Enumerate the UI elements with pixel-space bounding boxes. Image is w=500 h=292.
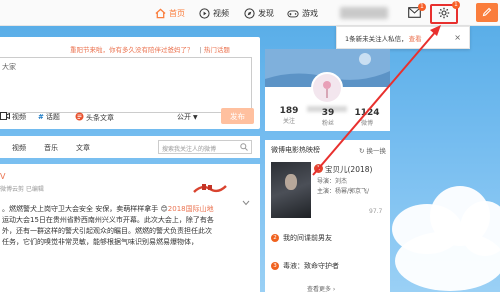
tool-video-label: 视频 — [12, 113, 26, 121]
rec-item[interactable]: 3 毒液：致命守护者 — [271, 261, 339, 271]
movie-director: 导演：刘杰 — [317, 178, 348, 185]
chevron-down-icon: ▼ — [193, 113, 198, 121]
tool-article[interactable]: 头条文章 — [75, 112, 114, 123]
visibility-dropdown[interactable]: 公开 ▼ — [177, 112, 198, 122]
message-badge: 1 — [418, 3, 426, 11]
refresh-icon: ↻ — [358, 147, 365, 155]
visibility-label: 公开 — [177, 113, 191, 121]
video-icon — [198, 7, 210, 19]
settings-badge: 1 — [452, 1, 460, 9]
post-meta: 微博云剪 已编辑 — [0, 186, 44, 193]
nav-video[interactable]: 视频 — [198, 6, 229, 20]
feed-post: V 微博云剪 已编辑 。燃燃警犬上岗守卫大会安全 安保，卖萌样样拿手 😊2018… — [0, 164, 260, 292]
nav-discover[interactable]: 发现 — [243, 6, 274, 20]
tab-music[interactable]: 音乐 — [44, 143, 58, 153]
feed-search-placeholder: 搜索我关注人的微博 — [162, 146, 217, 153]
hint-hot-topic-link[interactable]: 热门话题 — [204, 46, 230, 54]
movie-title[interactable]: 宝贝儿(2018) — [325, 164, 372, 175]
post-line-3: 外，还有一群这样的警犬引起观众的瞩目。燃燃的警犬负责担任此次 — [2, 227, 212, 235]
hashtag-icon: # — [38, 113, 44, 121]
publish-button[interactable]: 发布 — [221, 108, 254, 124]
feed-search-input[interactable]: 搜索我关注人的微博 — [158, 140, 252, 154]
tool-topic[interactable]: # 话题 — [38, 112, 60, 122]
hint-middle: 陪伴 — [148, 46, 161, 54]
rec-rank-badge: 2 — [271, 234, 279, 242]
compose-button[interactable] — [476, 3, 498, 22]
movie-score: 97.7 — [369, 208, 383, 215]
see-more-link[interactable]: 查看更多 › — [307, 284, 335, 292]
article-icon — [75, 112, 84, 123]
notification-close-button[interactable]: × — [454, 33, 461, 42]
post-line-1: 。燃燃警犬上岗守卫大会安全 安保，卖萌样样拿手 — [2, 205, 159, 213]
stat-followers[interactable]: 39 粉丝 — [308, 108, 348, 127]
rank-badge: 1 — [314, 164, 323, 173]
username-blurred[interactable] — [340, 7, 388, 19]
hint-prefix: 重阳节来啦，你有多久没有 — [70, 46, 148, 54]
post-line-4: 任务，它们的嗅觉非常灵敏，能够根据气味识别易燃易爆物体， — [2, 238, 198, 246]
avatar[interactable] — [311, 72, 343, 104]
tab-article[interactable]: 文章 — [76, 143, 90, 153]
tool-topic-label: 话题 — [45, 113, 60, 121]
home-icon — [154, 7, 166, 19]
stat-followers-label: 粉丝 — [321, 120, 334, 127]
nav-discover-label: 发现 — [258, 8, 274, 18]
private-message-notification: 1条新未关注人私信， 查看 × — [336, 26, 470, 49]
tool-video[interactable]: 视频 — [0, 112, 26, 122]
refresh-button[interactable]: ↻ 换一换 — [359, 145, 386, 155]
movie-ranking-widget: 微博电影热映榜 ↻ 换一换 1 宝贝儿(2018) 导演：刘杰 主演：杨幂/郭京… — [265, 140, 390, 292]
post-author[interactable]: V — [0, 172, 5, 181]
stat-posts[interactable]: 1124 微博 — [347, 108, 387, 127]
rec-item[interactable]: 2 我的间谍前男友 — [271, 233, 332, 243]
rec-rank-badge: 3 — [271, 262, 279, 270]
refresh-label: 换一换 — [366, 147, 387, 155]
discover-icon — [243, 7, 255, 19]
stat-followers-num: 39 — [321, 108, 335, 118]
nav-game[interactable]: 游戏 — [287, 6, 318, 20]
gear-icon — [438, 7, 450, 21]
feed-filter-tabs: 视频 音乐 文章 搜索我关注人的微博 — [0, 136, 260, 158]
nav-home[interactable]: 首页 — [154, 6, 185, 20]
poster-figure — [285, 174, 297, 190]
composer-textarea[interactable]: 大家 — [0, 57, 252, 113]
composer-placeholder: 大家 — [2, 63, 16, 71]
post-highlight-link[interactable]: 2018国际山地 — [168, 205, 214, 213]
movie-widget-title: 微博电影热映榜 — [271, 146, 320, 154]
cloud-decoration — [395, 231, 500, 291]
rec-title: 毒液：致命守护者 — [283, 262, 339, 270]
composer-hint: 重阳节来啦，你有多久没有陪伴过爸妈了？ | 热门话题 — [70, 44, 230, 54]
movie-poster[interactable] — [271, 162, 311, 218]
notification-view-link[interactable]: 查看 — [409, 33, 422, 43]
post-line-2: 运动大会15日在贵州省黔西南州兴义市开幕。此次大会上，除了有各 — [2, 216, 214, 224]
game-icon — [287, 7, 299, 19]
nav-home-label: 首页 — [169, 8, 185, 18]
hint-hot-topic-icon: | — [199, 46, 202, 54]
top-navigation-bar: 首页 视频 发现 游戏 1 1 — [0, 0, 500, 26]
movie-cast: 主演：杨幂/郭京飞/ — [317, 188, 370, 195]
post-author-name: V — [0, 172, 6, 181]
nav-video-label: 视频 — [213, 8, 229, 18]
stat-posts-num: 1124 — [354, 108, 380, 118]
smile-emoji-icon: 😊 — [160, 205, 168, 213]
stat-following-label: 关注 — [282, 118, 295, 125]
tab-video[interactable]: 视频 — [12, 143, 26, 153]
edit-icon — [482, 7, 492, 19]
tool-article-label: 头条文章 — [86, 113, 114, 122]
stat-posts-label: 微博 — [360, 120, 373, 127]
hint-suffix: 过爸妈了？ — [161, 46, 194, 54]
post-body: 。燃燃警犬上岗守卫大会安全 安保，卖萌样样拿手 😊2018国际山地 运动大会15… — [2, 204, 252, 248]
nav-game-label: 游戏 — [302, 8, 318, 18]
stat-following-num: 189 — [279, 106, 299, 116]
video-tool-icon — [0, 112, 10, 122]
rec-title: 我的间谍前男友 — [283, 234, 332, 242]
notification-text: 1条新未关注人私信， — [345, 34, 408, 43]
search-icon — [240, 143, 248, 153]
stat-following[interactable]: 189 关注 — [269, 106, 309, 125]
post-banner-image — [192, 180, 228, 196]
profile-card: 189 关注 39 粉丝 1124 微博 — [265, 49, 390, 131]
